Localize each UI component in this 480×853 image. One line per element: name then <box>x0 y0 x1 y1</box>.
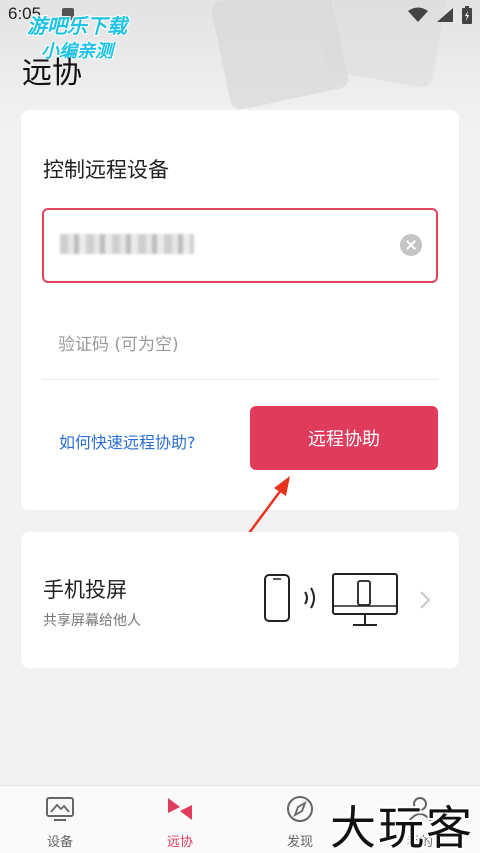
watermark-line1: 游吧乐下载 <box>27 14 127 38</box>
page-title: 远协 <box>22 56 82 91</box>
help-link[interactable]: 如何快速远程协助? <box>59 429 196 453</box>
wifi-icon <box>408 7 428 22</box>
device-icon <box>46 797 74 821</box>
remote-assist-button[interactable]: 远程协助 <box>250 406 438 470</box>
device-id-field[interactable] <box>42 208 438 283</box>
chevron-right-icon <box>420 591 431 609</box>
nav-label-device: 设备 <box>46 835 73 850</box>
verification-code-input[interactable] <box>42 310 438 380</box>
remote-card-title: 控制远程设备 <box>43 158 169 182</box>
remote-control-card: 控制远程设备 如何快速远程协助? 远程协助 <box>21 110 459 510</box>
remote-icon <box>168 798 192 820</box>
signal-icon <box>437 8 453 22</box>
screen-cast-card[interactable]: 手机投屏 共享屏幕给他人 <box>21 532 459 668</box>
compass-icon <box>287 796 313 822</box>
nav-item-remote[interactable]: 远协 <box>120 786 240 853</box>
battery-icon <box>462 6 472 24</box>
clear-icon[interactable] <box>400 234 422 256</box>
phone-to-monitor-icon <box>264 573 398 626</box>
nav-item-device[interactable]: 设备 <box>0 786 120 853</box>
watermark-bottom: 大玩客 <box>330 801 474 853</box>
device-id-value-blurred <box>60 234 194 254</box>
nav-label-remote: 远协 <box>166 835 193 850</box>
cast-card-title: 手机投屏 <box>43 578 127 602</box>
cast-card-subtitle: 共享屏幕给他人 <box>43 613 141 629</box>
